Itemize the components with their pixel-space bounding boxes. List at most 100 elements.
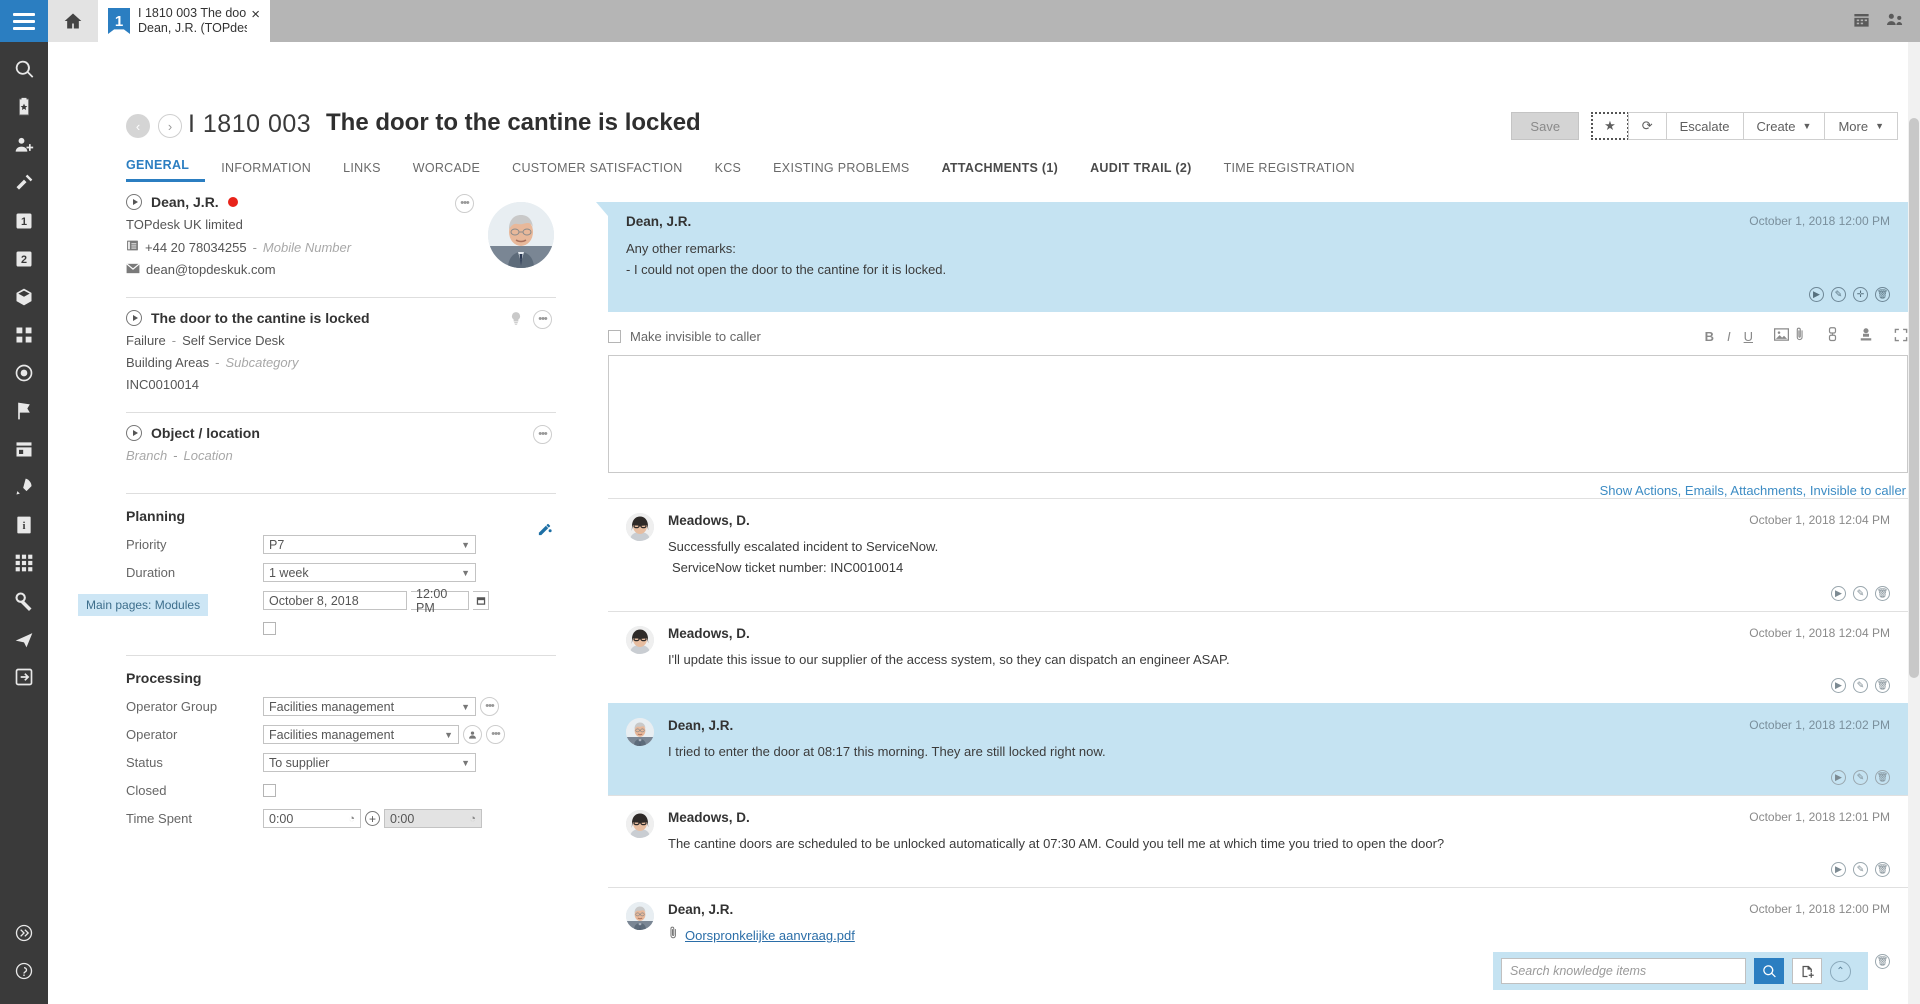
browser-tab[interactable]: 1 I 1810 003 The door t... Dean, J.R. (T… xyxy=(98,0,270,42)
close-icon[interactable]: × xyxy=(247,6,264,23)
tab-kcs[interactable]: KCS xyxy=(699,161,758,182)
stamp-icon[interactable] xyxy=(1859,327,1873,345)
favorite-star-icon[interactable]: ★ xyxy=(1591,112,1629,140)
play-icon[interactable]: ▶ xyxy=(1831,586,1846,601)
more-button[interactable]: More ▼ xyxy=(1824,112,1898,140)
edit-icon[interactable]: ✎ xyxy=(1853,770,1868,785)
box-icon[interactable] xyxy=(0,278,48,316)
refresh-icon[interactable]: ⟳ xyxy=(1627,112,1667,140)
plus-circle-icon[interactable]: + xyxy=(365,811,380,826)
make-invisible-checkbox[interactable] xyxy=(608,329,621,343)
rocket-icon[interactable] xyxy=(0,468,48,506)
save-button[interactable]: Save xyxy=(1511,112,1580,140)
new-document-icon[interactable] xyxy=(1792,958,1822,984)
pen-settings-icon[interactable] xyxy=(537,522,552,541)
image-icon[interactable] xyxy=(1774,328,1789,344)
chevron-double-icon[interactable] xyxy=(0,914,48,952)
add-icon[interactable]: ✛ xyxy=(1853,287,1868,302)
status-select[interactable]: To supplier ▼ xyxy=(263,753,476,772)
target-icon[interactable] xyxy=(0,354,48,392)
search-icon[interactable] xyxy=(0,50,48,88)
lightbulb-icon[interactable] xyxy=(509,310,523,329)
play-icon[interactable]: ▶ xyxy=(1809,287,1824,302)
delete-icon[interactable]: 🗑 xyxy=(1875,678,1890,693)
tab-information[interactable]: INFORMATION xyxy=(205,161,327,182)
edit-icon[interactable]: ✎ xyxy=(1853,678,1868,693)
clipboard-star-icon[interactable] xyxy=(0,88,48,126)
create-button[interactable]: Create ▼ xyxy=(1742,112,1826,140)
search-input[interactable]: Search knowledge items xyxy=(1501,958,1746,984)
expand-request-icon[interactable] xyxy=(126,310,142,326)
delete-icon[interactable]: 🗑 xyxy=(1875,862,1890,877)
search-icon[interactable] xyxy=(1754,958,1784,984)
help-circle-icon[interactable] xyxy=(0,952,48,990)
info-icon[interactable]: i xyxy=(0,506,48,544)
edit-icon[interactable]: ✎ xyxy=(1831,287,1846,302)
edit-icon[interactable]: ✎ xyxy=(1853,862,1868,877)
delete-icon[interactable]: 🗑 xyxy=(1875,954,1890,969)
tab-time-registration[interactable]: TIME REGISTRATION xyxy=(1208,161,1371,182)
play-icon[interactable]: ▶ xyxy=(1831,862,1846,877)
caller-more-icon[interactable]: ••• xyxy=(455,194,474,213)
first-line-icon[interactable]: 1 xyxy=(0,202,48,240)
calendar-icon[interactable] xyxy=(1852,10,1871,32)
closed-checkbox[interactable] xyxy=(263,784,276,797)
tab-worcade[interactable]: WORCADE xyxy=(397,161,496,182)
target-time-input[interactable]: 12:00 PM xyxy=(411,587,469,615)
expand-icon[interactable] xyxy=(1894,328,1908,345)
object-more-icon[interactable]: ••• xyxy=(533,425,552,444)
hamburger-icon[interactable] xyxy=(0,0,48,42)
expand-object-icon[interactable] xyxy=(126,425,142,441)
reply-editor[interactable] xyxy=(608,355,1908,473)
tab-customer-satisfaction[interactable]: CUSTOMER SATISFACTION xyxy=(496,161,698,182)
play-icon[interactable]: ▶ xyxy=(1831,678,1846,693)
planning-checkbox[interactable] xyxy=(263,622,276,635)
show-filters-link[interactable]: Show Actions, Emails, Attachments, Invis… xyxy=(608,483,1906,498)
request-more-icon[interactable]: ••• xyxy=(533,310,552,329)
tab-existing-problems[interactable]: EXISTING PROBLEMS xyxy=(757,161,925,182)
play-icon[interactable]: ▶ xyxy=(1831,770,1846,785)
tab-attachments-1[interactable]: ATTACHMENTS (1) xyxy=(926,161,1075,182)
operator-select[interactable]: Facilities management ▼ xyxy=(263,725,459,744)
tools-icon[interactable] xyxy=(0,164,48,202)
underline-icon[interactable]: U xyxy=(1744,329,1753,344)
italic-icon[interactable]: I xyxy=(1727,329,1731,344)
chevron-up-icon[interactable]: ⌃ xyxy=(1830,960,1851,982)
delete-icon[interactable]: 🗑 xyxy=(1875,586,1890,601)
second-line-icon[interactable]: 2 xyxy=(0,240,48,278)
next-record-button[interactable]: › xyxy=(158,114,182,138)
settings-people-icon[interactable] xyxy=(1885,10,1904,32)
wrench-icon[interactable] xyxy=(0,582,48,620)
bold-icon[interactable]: B xyxy=(1705,329,1714,344)
operator-group-more-icon[interactable]: ••• xyxy=(480,697,499,716)
tab-links[interactable]: LINKS xyxy=(327,161,397,182)
person-circle-icon[interactable] xyxy=(463,725,482,744)
attachment-link[interactable]: Oorspronkelijke aanvraag.pdf xyxy=(685,928,855,943)
modules-grid-icon[interactable] xyxy=(0,544,48,582)
previous-record-button[interactable]: ‹ xyxy=(126,114,150,138)
duration-select[interactable]: 1 week ▼ xyxy=(263,563,476,582)
calendar-day-icon[interactable] xyxy=(0,430,48,468)
delete-icon[interactable]: 🗑 xyxy=(1875,287,1890,302)
grid-plus-icon[interactable] xyxy=(0,316,48,354)
expand-caller-icon[interactable] xyxy=(126,194,142,210)
tab-general[interactable]: GENERAL xyxy=(126,158,206,182)
time-spent-input[interactable]: 0:00 ◔ xyxy=(263,809,361,828)
edit-icon[interactable]: ✎ xyxy=(1853,586,1868,601)
operator-group-select[interactable]: Facilities management ▼ xyxy=(263,697,476,716)
flag-icon[interactable] xyxy=(0,392,48,430)
calendar-icon[interactable] xyxy=(473,591,489,610)
export-icon[interactable] xyxy=(0,658,48,696)
person-add-icon[interactable] xyxy=(0,126,48,164)
attach-icon[interactable] xyxy=(1794,327,1806,345)
link-icon[interactable] xyxy=(1827,327,1838,345)
escalate-button[interactable]: Escalate xyxy=(1665,112,1744,140)
operator-more-icon[interactable]: ••• xyxy=(486,725,505,744)
plane-icon[interactable] xyxy=(0,620,48,658)
target-date-input[interactable]: October 8, 2018 xyxy=(263,591,407,610)
scrollbar-thumb[interactable] xyxy=(1909,118,1919,678)
home-icon[interactable] xyxy=(48,0,98,42)
scrollbar[interactable] xyxy=(1908,42,1920,1004)
priority-select[interactable]: P7 ▼ xyxy=(263,535,476,554)
delete-icon[interactable]: 🗑 xyxy=(1875,770,1890,785)
